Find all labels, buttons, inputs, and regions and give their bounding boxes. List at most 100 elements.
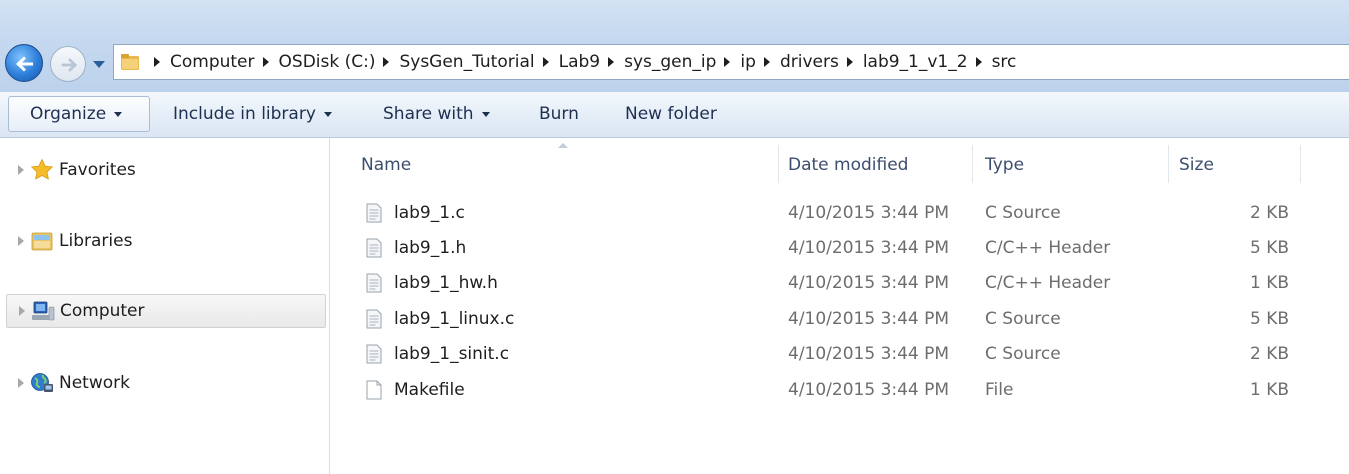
file-name-cell[interactable]: lab9_1_sinit.c xyxy=(366,336,509,371)
column-header-name[interactable]: Name xyxy=(331,145,778,185)
file-name: lab9_1_hw.h xyxy=(394,272,498,293)
expand-arrow-icon[interactable] xyxy=(19,306,25,316)
source-file-icon xyxy=(366,203,382,222)
nav-item-libraries[interactable]: Libraries xyxy=(6,224,326,258)
breadcrumb-item[interactable]: OSDisk (C:) xyxy=(279,52,376,72)
breadcrumb-separator[interactable] xyxy=(763,57,770,67)
file-type: File xyxy=(985,379,1014,400)
column-divider[interactable] xyxy=(1300,145,1301,183)
breadcrumb-separator[interactable] xyxy=(542,57,549,67)
file-row[interactable]: Makefile 4/10/2015 3:44 PM File 1 KB xyxy=(331,372,1349,407)
chevron-down-icon xyxy=(481,111,490,117)
file-row[interactable]: lab9_1.h 4/10/2015 3:44 PM C/C++ Header … xyxy=(331,230,1349,265)
folder-icon xyxy=(121,54,139,70)
nav-item-label: Libraries xyxy=(59,231,133,251)
file-name-cell[interactable]: lab9_1.c xyxy=(366,195,465,230)
title-bar: Computer OSDisk (C:) SysGen_Tutorial Lab… xyxy=(0,0,1349,92)
navigation-pane: Favorites Libraries Computer Network xyxy=(0,138,330,474)
file-row[interactable]: lab9_1_linux.c 4/10/2015 3:44 PM C Sourc… xyxy=(331,301,1349,336)
forward-arrow-icon xyxy=(61,58,78,72)
breadcrumb-item[interactable]: sys_gen_ip xyxy=(624,52,716,72)
organize-button[interactable]: Organize xyxy=(8,96,150,132)
burn-button[interactable]: Burn xyxy=(539,96,579,132)
column-header-label: Date modified xyxy=(788,155,909,175)
file-type: C Source xyxy=(985,202,1061,223)
nav-item-computer[interactable]: Computer xyxy=(6,294,326,328)
breadcrumb-separator[interactable] xyxy=(975,57,982,67)
breadcrumb-item[interactable]: Computer xyxy=(170,52,255,72)
recent-pages-dropdown-icon[interactable] xyxy=(92,58,106,70)
nav-item-label: Network xyxy=(59,373,130,393)
source-file-icon xyxy=(366,273,382,292)
column-header-date-modified[interactable]: Date modified xyxy=(758,145,955,185)
chevron-down-icon xyxy=(114,111,123,117)
breadcrumb-item[interactable]: src xyxy=(992,52,1017,72)
file-name: Makefile xyxy=(394,379,465,400)
breadcrumb-separator[interactable] xyxy=(262,57,269,67)
breadcrumb-item[interactable]: lab9_1_v1_2 xyxy=(863,52,968,72)
breadcrumb-item[interactable]: Lab9 xyxy=(559,52,601,72)
breadcrumb-item[interactable]: ip xyxy=(740,52,756,72)
file-name-cell[interactable]: lab9_1.h xyxy=(366,230,466,265)
chevron-down-icon xyxy=(323,111,332,117)
breadcrumb-separator[interactable] xyxy=(846,57,853,67)
computer-icon xyxy=(32,301,55,321)
column-header-label: Name xyxy=(361,155,412,175)
blank-file-icon xyxy=(366,380,382,399)
file-name: lab9_1.c xyxy=(394,202,465,223)
expand-arrow-icon[interactable] xyxy=(18,236,24,246)
file-type: C/C++ Header xyxy=(985,272,1111,293)
share-with-label: Share with xyxy=(383,104,474,124)
file-type: C Source xyxy=(985,308,1061,329)
file-row[interactable]: lab9_1.c 4/10/2015 3:44 PM C Source 2 KB xyxy=(331,195,1349,230)
back-button[interactable] xyxy=(5,44,43,82)
file-row[interactable]: lab9_1_hw.h 4/10/2015 3:44 PM C/C++ Head… xyxy=(331,265,1349,300)
back-arrow-icon xyxy=(16,56,33,72)
file-type: C/C++ Header xyxy=(985,237,1111,258)
forward-button[interactable] xyxy=(50,46,86,82)
file-name-cell[interactable]: lab9_1_hw.h xyxy=(366,265,498,300)
file-size: 2 KB xyxy=(1249,202,1289,223)
new-folder-button[interactable]: New folder xyxy=(625,96,717,132)
file-size: 1 KB xyxy=(1249,272,1289,293)
nav-item-label: Favorites xyxy=(59,160,136,180)
network-icon xyxy=(31,373,53,392)
breadcrumb-separator[interactable] xyxy=(154,57,160,67)
breadcrumb-separator[interactable] xyxy=(608,57,615,67)
nav-item-favorites[interactable]: Favorites xyxy=(6,153,326,187)
file-name-cell[interactable]: lab9_1_linux.c xyxy=(366,301,514,336)
source-file-icon xyxy=(366,238,382,257)
breadcrumb-separator[interactable] xyxy=(724,57,731,67)
include-in-library-button[interactable]: Include in library xyxy=(173,96,332,132)
library-icon xyxy=(31,232,53,251)
file-row[interactable]: lab9_1_sinit.c 4/10/2015 3:44 PM C Sourc… xyxy=(331,336,1349,371)
new-folder-label: New folder xyxy=(625,104,717,124)
file-name: lab9_1.h xyxy=(394,237,467,258)
nav-item-label: Computer xyxy=(60,301,145,321)
file-name: lab9_1_linux.c xyxy=(394,308,515,329)
breadcrumb-separator[interactable] xyxy=(383,57,390,67)
file-date: 4/10/2015 3:44 PM xyxy=(788,379,950,400)
column-header-label: Size xyxy=(1179,155,1214,175)
file-size: 2 KB xyxy=(1249,343,1289,364)
source-file-icon xyxy=(366,309,382,328)
source-file-icon xyxy=(366,344,382,363)
breadcrumb-item[interactable]: drivers xyxy=(780,52,839,72)
file-date: 4/10/2015 3:44 PM xyxy=(788,308,950,329)
file-size: 5 KB xyxy=(1249,308,1289,329)
column-header-type[interactable]: Type xyxy=(955,145,1168,185)
column-header-size[interactable]: Size xyxy=(1149,145,1299,185)
address-bar[interactable]: Computer OSDisk (C:) SysGen_Tutorial Lab… xyxy=(113,44,1349,80)
nav-item-network[interactable]: Network xyxy=(6,366,326,400)
file-date: 4/10/2015 3:44 PM xyxy=(788,343,950,364)
organize-label: Organize xyxy=(30,104,107,124)
expand-arrow-icon[interactable] xyxy=(18,165,24,175)
file-size: 1 KB xyxy=(1249,379,1289,400)
burn-label: Burn xyxy=(539,104,579,124)
breadcrumb-item[interactable]: SysGen_Tutorial xyxy=(399,52,534,72)
file-list: Name Date modified Type Size lab9_1.c 4/… xyxy=(331,138,1349,474)
share-with-button[interactable]: Share with xyxy=(383,96,490,132)
file-name-cell[interactable]: Makefile xyxy=(366,372,465,407)
file-date: 4/10/2015 3:44 PM xyxy=(788,272,950,293)
expand-arrow-icon[interactable] xyxy=(18,378,24,388)
